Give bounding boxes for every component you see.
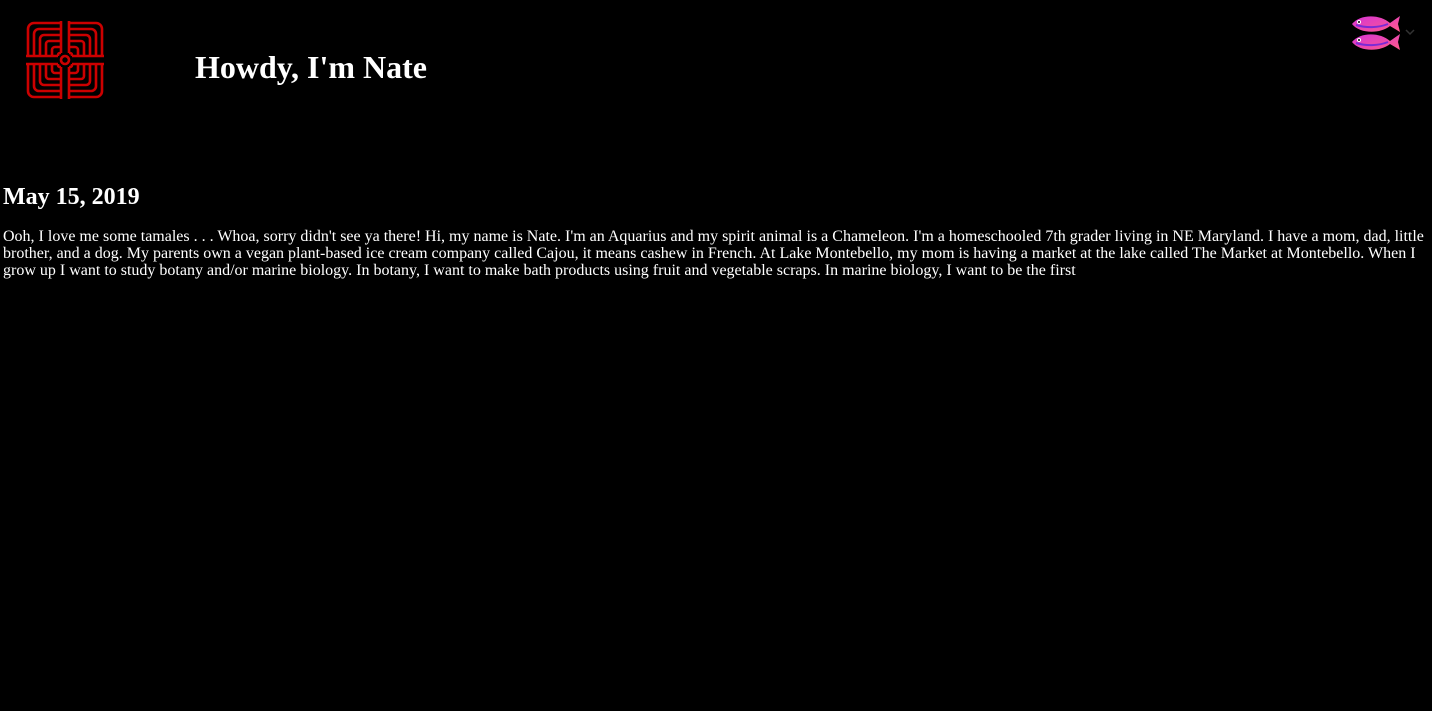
site-title: Howdy, I'm Nate (195, 49, 427, 85)
post-date: May 15, 2019 (3, 184, 140, 210)
fish-menu-toggle[interactable] (1350, 12, 1420, 56)
page: Howdy, I'm Nate May 15, 2019 Ooh, I love… (0, 0, 1432, 711)
fish-icon (1352, 16, 1400, 50)
chevron-down-icon (1405, 29, 1415, 36)
blog-post: May 15, 2019 Ooh, I love me some tamales… (3, 180, 1428, 279)
maze-logo-icon (26, 21, 104, 99)
site-logo-link[interactable] (26, 21, 104, 99)
post-body: Ooh, I love me some tamales . . . Whoa, … (3, 228, 1424, 279)
